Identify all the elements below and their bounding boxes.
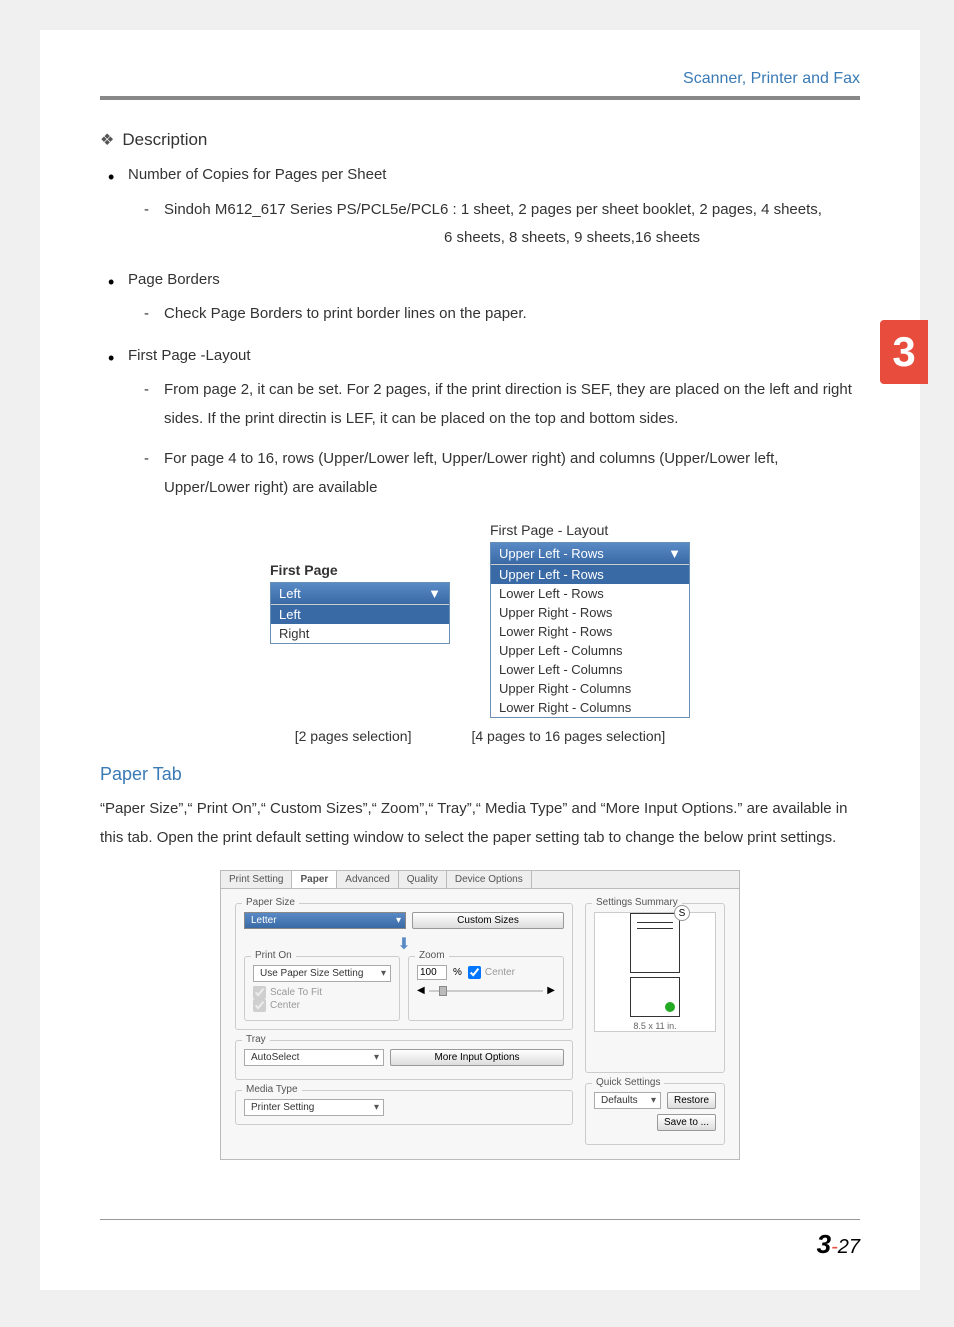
firstpage-dd-selected: Left — [279, 586, 301, 601]
restore-button[interactable]: Restore — [667, 1092, 716, 1109]
slider-right-icon: ▶ — [547, 985, 555, 996]
layout-dropdown[interactable]: Upper Left - Rows ▼ Upper Left - Rows Lo… — [490, 542, 690, 718]
zoom-legend: Zoom — [415, 950, 449, 961]
paper-tab-body: “Paper Size”,“ Print On”,“ Custom Sizes”… — [100, 795, 860, 852]
zoom-slider[interactable]: ◀ ▶ — [417, 985, 555, 996]
tab-paper[interactable]: Paper — [292, 871, 337, 888]
description-heading: ❖ Description — [100, 130, 860, 150]
caption-4to16: [4 pages to 16 pages selection] — [471, 728, 665, 744]
tab-quality[interactable]: Quality — [399, 871, 447, 888]
center-label: Center — [270, 1000, 300, 1011]
firstpage-option-left[interactable]: Left — [271, 605, 449, 624]
preview-box: S 8.5 x 11 in. — [594, 912, 716, 1032]
layout-opt-4[interactable]: Upper Left - Columns — [491, 641, 689, 660]
paper-tab-heading: Paper Tab — [100, 764, 860, 785]
tab-device-options[interactable]: Device Options — [447, 871, 532, 888]
desc-sub-copies-line1: Sindoh M612_617 Series PS/PCL5e/PCL6 : 1… — [144, 196, 860, 253]
slider-left-icon: ◀ — [417, 985, 425, 996]
header-title: Scanner, Printer and Fax — [100, 70, 860, 100]
page-number: 3-27 — [817, 1229, 860, 1260]
description-heading-text: Description — [122, 130, 207, 150]
print-on-legend: Print On — [251, 950, 296, 961]
layout-opt-2[interactable]: Upper Right - Rows — [491, 603, 689, 622]
zoom-input[interactable] — [417, 965, 447, 980]
s-badge: S — [674, 905, 690, 921]
print-settings-dialog: Print Setting Paper Advanced Quality Dev… — [220, 870, 740, 1160]
layout-opt-5[interactable]: Lower Left - Columns — [491, 660, 689, 679]
paper-dimensions: 8.5 x 11 in. — [633, 1021, 676, 1031]
layout-opt-6[interactable]: Upper Right - Columns — [491, 679, 689, 698]
desc-sub-fp1: From page 2, it can be set. For 2 pages,… — [144, 376, 860, 433]
layout-dd-label: First Page - Layout — [490, 522, 690, 538]
desc-item-borders: Page Borders Check Page Borders to print… — [108, 267, 860, 329]
scale-to-fit-label: Scale To Fit — [270, 987, 322, 998]
chevron-down-icon: ▼ — [428, 586, 441, 601]
zoom-unit: % — [453, 967, 462, 978]
sheet-icon — [630, 913, 680, 973]
paper-size-select[interactable]: Letter — [244, 912, 406, 929]
chapter-tab-badge: 3 — [880, 320, 928, 384]
tray-legend: Tray — [242, 1034, 270, 1045]
quick-settings-legend: Quick Settings — [592, 1077, 664, 1088]
layout-opt-0[interactable]: Upper Left - Rows — [491, 565, 689, 584]
diamond-icon: ❖ — [100, 130, 114, 150]
center-checkbox[interactable] — [253, 999, 266, 1012]
desc-sub-fp2: For page 4 to 16, rows (Upper/Lower left… — [144, 445, 860, 502]
media-type-select[interactable]: Printer Setting — [244, 1099, 384, 1116]
desc-sub-borders: Check Page Borders to print border lines… — [144, 300, 860, 329]
paper-size-legend: Paper Size — [242, 897, 299, 908]
firstpage-option-right[interactable]: Right — [271, 624, 449, 643]
quick-settings-select[interactable]: Defaults — [594, 1092, 661, 1109]
layout-dd-selected: Upper Left - Rows — [499, 546, 604, 561]
tab-advanced[interactable]: Advanced — [337, 871, 398, 888]
desc-item-copies: Number of Copies for Pages per Sheet Sin… — [108, 162, 860, 253]
caption-2pages: [2 pages selection] — [295, 728, 412, 744]
layout-opt-7[interactable]: Lower Right - Columns — [491, 698, 689, 717]
more-input-options-button[interactable]: More Input Options — [390, 1049, 564, 1066]
zoom-center-label: Center — [485, 967, 515, 978]
firstpage-dropdown[interactable]: Left ▼ Left Right — [270, 582, 450, 644]
tab-print-setting[interactable]: Print Setting — [221, 871, 292, 888]
save-to-button[interactable]: Save to ... — [657, 1114, 716, 1131]
layout-opt-3[interactable]: Lower Right - Rows — [491, 622, 689, 641]
firstpage-dd-label: First Page — [270, 562, 450, 578]
media-type-legend: Media Type — [242, 1084, 302, 1095]
tray-select[interactable]: AutoSelect — [244, 1049, 384, 1066]
printer-icon — [630, 977, 680, 1017]
scale-to-fit-checkbox[interactable] — [253, 986, 266, 999]
print-on-select[interactable]: Use Paper Size Setting — [253, 965, 391, 982]
desc-item-firstpage: First Page -Layout From page 2, it can b… — [108, 343, 860, 503]
settings-summary-legend: Settings Summary — [592, 897, 682, 908]
layout-opt-1[interactable]: Lower Left - Rows — [491, 584, 689, 603]
custom-sizes-button[interactable]: Custom Sizes — [412, 912, 564, 929]
chevron-down-icon: ▼ — [668, 546, 681, 561]
zoom-center-checkbox[interactable] — [468, 966, 481, 979]
